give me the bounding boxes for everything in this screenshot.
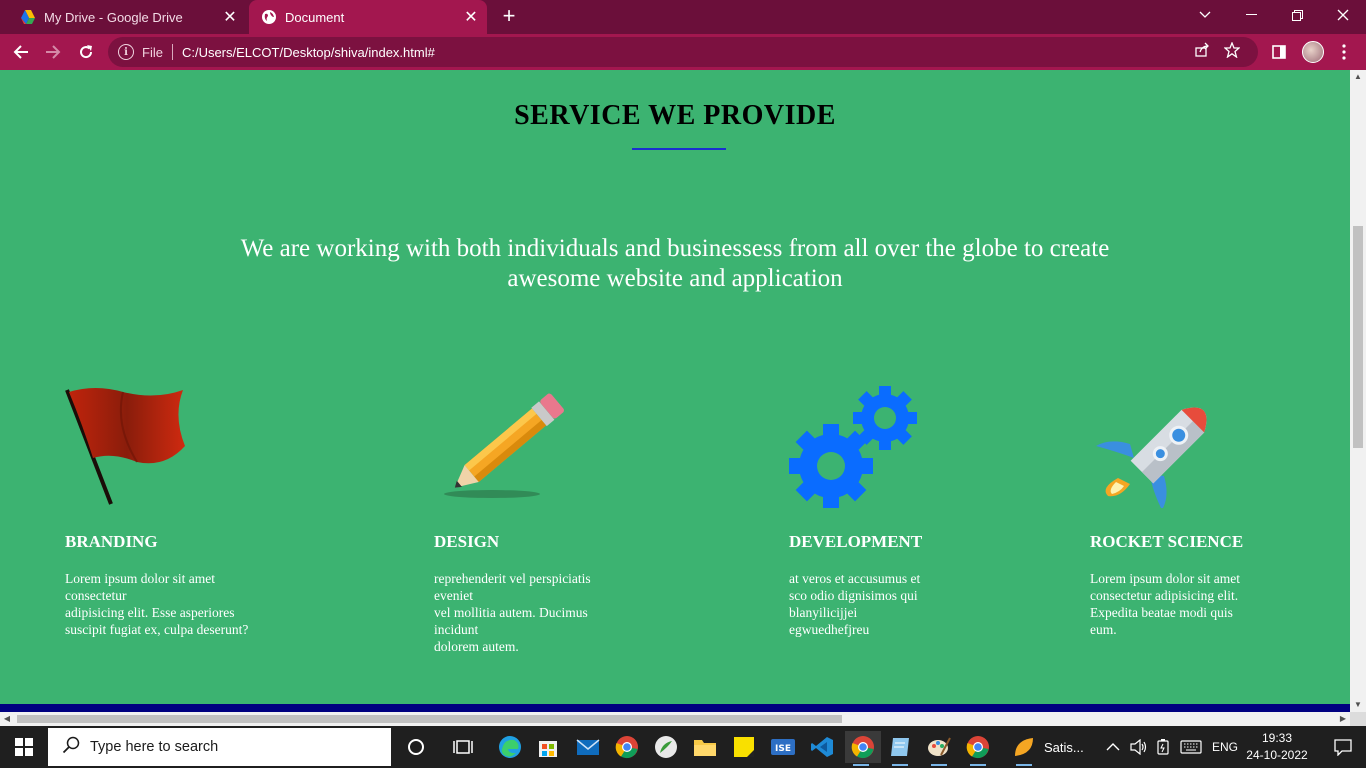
card-text: Lorem ipsum dolor sit amet consectetur a… (1090, 571, 1240, 637)
close-tab-icon[interactable]: ✕ (220, 7, 240, 27)
tab-label: My Drive - Google Drive (44, 9, 183, 25)
gears-icon (789, 386, 929, 508)
title-underline (632, 148, 726, 150)
service-card-design: DESIGN reprehenderit vel perspiciatis ev… (434, 386, 674, 654)
svg-text:ISE: ISE (775, 744, 791, 754)
windows-taskbar: Type here to search ISE Satis... ENG 19:… (0, 726, 1366, 768)
menu-kebab-icon[interactable] (1336, 39, 1352, 65)
tab-label: Document (285, 9, 345, 25)
greenshot-icon[interactable] (650, 731, 682, 763)
file-explorer-icon[interactable] (689, 731, 721, 763)
divider (171, 44, 173, 60)
tab-search-chevron-icon[interactable] (1182, 0, 1228, 30)
back-arrow-icon[interactable] (8, 39, 34, 65)
scheme-label: File (142, 44, 163, 60)
taskbar-search-input[interactable]: Type here to search (48, 728, 391, 766)
tab-strip: My Drive - Google Drive ✕ Document ✕ + (0, 0, 1366, 34)
service-card-rocket-science: ROCKET SCIENCE Lorem ipsum dolor sit ame… (1090, 386, 1330, 637)
pencil-icon (442, 386, 582, 508)
app-leaf-icon[interactable] (1008, 731, 1040, 766)
show-hidden-icons-chevron-icon[interactable] (1106, 726, 1120, 768)
input-language[interactable]: ENG (1212, 726, 1238, 768)
cortana-icon[interactable] (400, 731, 432, 763)
vscode-icon[interactable] (806, 731, 838, 763)
url-text[interactable]: C:/Users/ELCOT/Desktop/shiva/index.html# (182, 45, 435, 60)
bookmark-star-icon[interactable] (1223, 41, 1241, 62)
close-tab-icon[interactable]: ✕ (461, 7, 481, 27)
section-title: SERVICE WE PROVIDE (514, 100, 836, 131)
search-icon (62, 736, 80, 758)
intro-text: We are working with both individuals and… (240, 235, 1110, 292)
scroll-right-arrow-icon[interactable]: ▶ (1336, 712, 1350, 726)
card-title: BRANDING (65, 532, 158, 551)
minimize-button[interactable] (1228, 0, 1274, 30)
chrome-profile-icon[interactable] (962, 731, 994, 766)
card-title: DEVELOPMENT (789, 532, 923, 551)
chrome-running-icon[interactable] (845, 731, 881, 766)
windows-start-icon[interactable] (0, 726, 48, 768)
scrollbar-corner (1350, 712, 1366, 726)
search-placeholder: Type here to search (90, 739, 219, 755)
horizontal-scrollbar[interactable]: ◀ ▶ (0, 712, 1350, 726)
address-bar[interactable]: i File C:/Users/ELCOT/Desktop/shiva/inde… (108, 37, 1258, 67)
service-card-branding: BRANDING Lorem ipsum dolor sit amet cons… (65, 386, 305, 637)
notification-center-icon[interactable] (1320, 726, 1366, 768)
clock-date: 24-10-2022 (1246, 748, 1308, 762)
globe-icon (261, 9, 277, 25)
vertical-scrollbar[interactable]: ▲ ▼ (1350, 70, 1366, 712)
mail-icon[interactable] (572, 731, 604, 763)
restore-button[interactable] (1274, 0, 1320, 30)
task-view-icon[interactable] (447, 731, 479, 763)
forward-arrow-icon[interactable] (40, 39, 66, 65)
system-clock[interactable]: 19:33 24-10-2022 (1244, 730, 1310, 764)
taskbar-app-label[interactable]: Satis... (1044, 726, 1084, 768)
battery-icon[interactable] (1156, 726, 1170, 768)
notepad-icon[interactable] (884, 731, 916, 766)
share-icon[interactable] (1194, 42, 1210, 62)
browser-toolbar: i File C:/Users/ELCOT/Desktop/shiva/inde… (0, 34, 1366, 70)
card-text: Lorem ipsum dolor sit amet consectetur a… (65, 571, 249, 637)
vertical-scroll-thumb[interactable] (1353, 226, 1363, 448)
dev-tool-icon[interactable]: ISE (767, 731, 799, 763)
side-panel-icon[interactable] (1270, 39, 1288, 65)
edge-browser-icon[interactable] (494, 731, 526, 763)
tab-document[interactable]: Document ✕ (249, 0, 487, 34)
sticky-notes-icon[interactable] (728, 731, 760, 763)
card-title: ROCKET SCIENCE (1090, 532, 1244, 551)
close-window-button[interactable] (1320, 0, 1366, 30)
card-text: at veros et accusumus et sco odio dignis… (789, 571, 921, 637)
card-text: reprehenderit vel perspiciatis eveniet v… (434, 571, 591, 654)
footer-bar (0, 704, 1350, 712)
card-title: DESIGN (434, 532, 500, 551)
omnibox-actions (1194, 37, 1241, 67)
flag-icon (65, 386, 205, 508)
paint-icon[interactable] (923, 731, 955, 766)
keyboard-icon[interactable] (1180, 726, 1202, 768)
horizontal-scroll-thumb[interactable] (17, 715, 842, 723)
clock-time: 19:33 (1261, 731, 1293, 745)
chrome-icon[interactable] (611, 731, 643, 763)
service-card-development: DEVELOPMENT at veros et accusumus et sco… (789, 386, 1029, 637)
reload-icon[interactable] (73, 39, 99, 65)
volume-icon[interactable] (1130, 726, 1148, 768)
site-info-icon[interactable]: i (118, 44, 134, 60)
window-controls (1182, 0, 1366, 34)
microsoft-store-icon[interactable] (532, 731, 564, 763)
new-tab-button[interactable]: + (497, 5, 521, 29)
scroll-up-arrow-icon[interactable]: ▲ (1350, 70, 1366, 84)
scroll-left-arrow-icon[interactable]: ◀ (0, 712, 14, 726)
page-viewport: SERVICE WE PROVIDE We are working with b… (0, 70, 1350, 712)
rocket-icon (1090, 386, 1230, 510)
scroll-down-arrow-icon[interactable]: ▼ (1350, 698, 1366, 712)
tab-google-drive[interactable]: My Drive - Google Drive ✕ (8, 0, 246, 34)
profile-avatar[interactable] (1301, 39, 1325, 65)
google-drive-icon (20, 9, 36, 25)
